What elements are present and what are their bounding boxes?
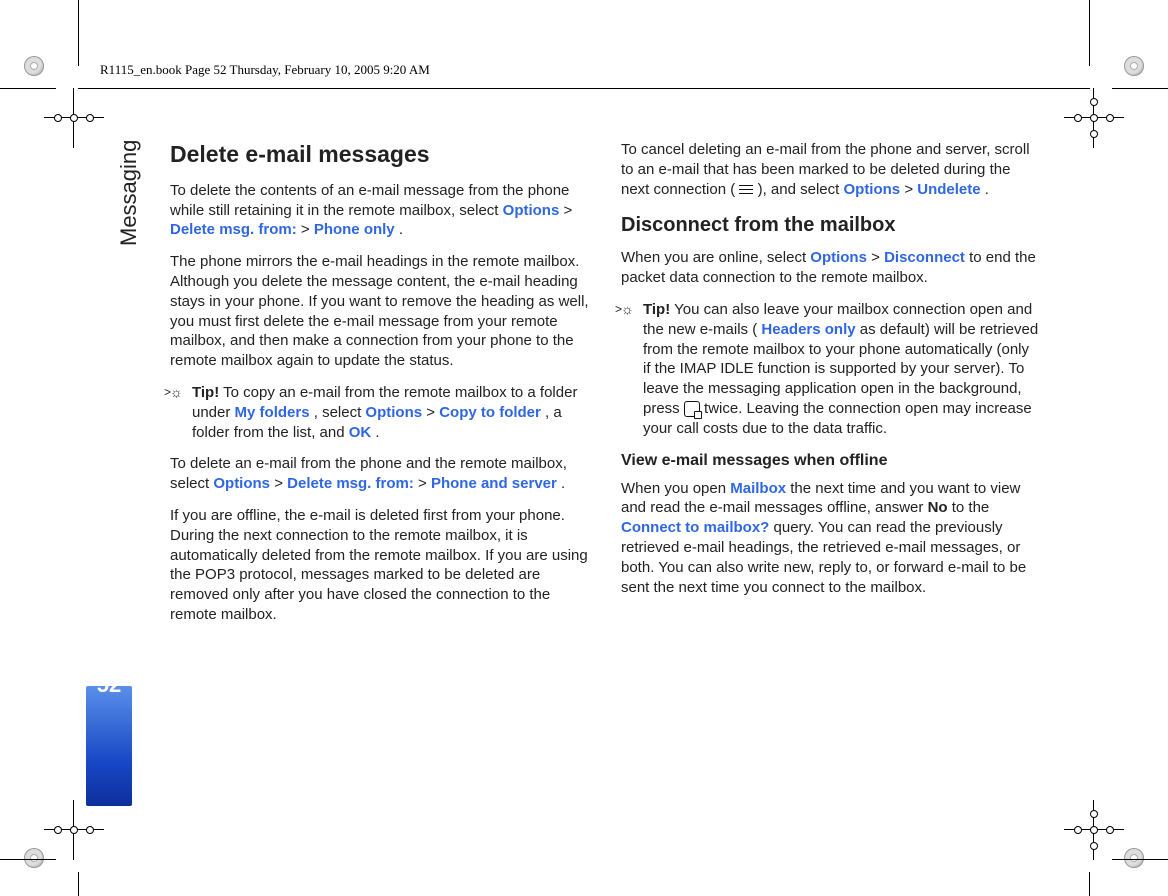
text: to the: [952, 499, 990, 516]
text: When you open: [621, 480, 730, 497]
paragraph: The phone mirrors the e-mail headings in…: [170, 252, 589, 371]
sidebar: Messaging 52: [86, 136, 136, 786]
text: .: [375, 424, 379, 441]
corner-disc-icon: [24, 848, 44, 868]
ui-term-ok: OK: [349, 424, 372, 441]
section-label: Messaging: [116, 140, 142, 246]
text: >: [274, 475, 287, 492]
text: When you are online, select: [621, 249, 810, 266]
corner-disc-icon: [24, 56, 44, 76]
text: >: [418, 475, 431, 492]
paragraph: If you are offline, the e-mail is delete…: [170, 506, 589, 625]
crop-mark: [78, 872, 79, 896]
ui-term-options: Options: [843, 181, 900, 198]
ui-term-delete-msg-from: Delete msg. from:: [287, 475, 414, 492]
text: .: [985, 181, 989, 198]
ui-term-disconnect: Disconnect: [884, 249, 965, 266]
text: >: [904, 181, 917, 198]
text: .: [399, 221, 403, 238]
tip-bulb-icon: ☼: [170, 385, 184, 399]
application-key-icon: [684, 401, 700, 417]
body-content: Delete e-mail messages To delete the con…: [170, 140, 1040, 760]
ui-term-connect-to-mailbox: Connect to mailbox?: [621, 519, 769, 536]
tip-bulb-icon: ☼: [621, 302, 635, 316]
tip-block: ☼ Tip! To copy an e-mail from the remote…: [170, 383, 589, 442]
mark-deleted-lines-icon: [739, 185, 753, 195]
ui-term-headers-only: Headers only: [761, 321, 855, 338]
ui-term-options: Options: [810, 249, 867, 266]
tip-block: ☼ Tip! You can also leave your mailbox c…: [621, 300, 1040, 439]
tip-label: Tip!: [643, 301, 670, 318]
ui-term-options: Options: [213, 475, 270, 492]
paragraph: To delete the contents of an e-mail mess…: [170, 181, 589, 240]
ui-term-phone-only: Phone only: [314, 221, 395, 238]
crop-mark: [78, 0, 79, 66]
ui-term-options: Options: [365, 404, 422, 421]
crop-mark: [1089, 872, 1090, 896]
paragraph: When you are online, select Options > Di…: [621, 248, 1040, 288]
ui-term-delete-msg-from: Delete msg. from:: [170, 221, 297, 238]
heading-delete-email: Delete e-mail messages: [170, 140, 589, 169]
page-number: 52: [86, 672, 132, 698]
text: >: [426, 404, 439, 421]
paragraph: To cancel deleting an e-mail from the ph…: [621, 140, 1040, 199]
sidebar-accent: [86, 686, 132, 806]
ui-term-mailbox: Mailbox: [730, 480, 786, 497]
heading-disconnect: Disconnect from the mailbox: [621, 213, 1040, 238]
registration-mark-icon: [1064, 800, 1124, 860]
text: >: [871, 249, 884, 266]
book-header-line: R1115_en.book Page 52 Thursday, February…: [100, 62, 430, 78]
paragraph: To delete an e-mail from the phone and t…: [170, 454, 589, 494]
ui-term-undelete: Undelete: [917, 181, 980, 198]
ui-term-options: Options: [503, 202, 560, 219]
registration-mark-icon: [44, 800, 104, 860]
corner-disc-icon: [1124, 56, 1144, 76]
text: >: [301, 221, 314, 238]
corner-disc-icon: [1124, 848, 1144, 868]
crop-mark: [1089, 0, 1090, 66]
text: ), and select: [758, 181, 844, 198]
ui-term-phone-and-server: Phone and server: [431, 475, 557, 492]
page: R1115_en.book Page 52 Thursday, February…: [0, 0, 1168, 896]
ui-term-no: No: [928, 499, 948, 516]
tip-label: Tip!: [192, 384, 219, 401]
ui-term-my-folders: My folders: [235, 404, 310, 421]
ui-term-copy-to-folder: Copy to folder: [439, 404, 541, 421]
text: .: [561, 475, 565, 492]
paragraph: When you open Mailbox the next time and …: [621, 479, 1040, 598]
text: >: [564, 202, 573, 219]
top-rule: [78, 88, 1090, 89]
heading-view-offline: View e-mail messages when offline: [621, 451, 1040, 471]
registration-mark-icon: [1064, 88, 1124, 148]
text: , select: [314, 404, 366, 421]
